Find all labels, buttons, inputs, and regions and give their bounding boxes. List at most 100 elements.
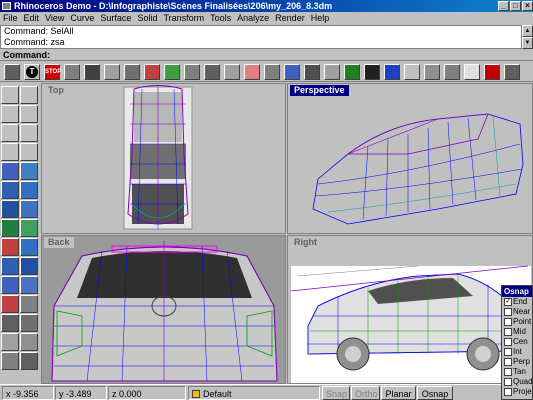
osnap-toggle[interactable]: Osnap bbox=[417, 386, 453, 400]
split-icon[interactable] bbox=[20, 238, 38, 256]
analyze-icon[interactable] bbox=[20, 295, 38, 313]
planar-toggle[interactable]: Planar bbox=[381, 386, 416, 400]
menu-view[interactable]: View bbox=[42, 12, 67, 25]
boolean-icon[interactable] bbox=[1, 276, 19, 294]
menu-tools[interactable]: Tools bbox=[207, 12, 234, 25]
menu-render[interactable]: Render bbox=[272, 12, 308, 25]
command-scrollbar[interactable]: ▲ ▼ bbox=[522, 25, 533, 49]
sphere-icon[interactable] bbox=[244, 64, 260, 80]
cylinder-icon[interactable] bbox=[1, 219, 19, 237]
chamfer-icon[interactable] bbox=[20, 257, 38, 275]
array-icon[interactable] bbox=[164, 64, 180, 80]
pan-icon[interactable] bbox=[20, 352, 38, 370]
ortho-toggle[interactable]: Ortho bbox=[351, 386, 380, 400]
mesh-icon[interactable] bbox=[424, 64, 440, 80]
osnap-tan[interactable]: Tan bbox=[502, 367, 532, 377]
mesh-tool-icon[interactable] bbox=[1, 333, 19, 351]
move-icon[interactable] bbox=[84, 64, 100, 80]
extrude-icon[interactable] bbox=[20, 162, 38, 180]
viewport-label-right[interactable]: Right bbox=[290, 237, 321, 248]
point-icon[interactable] bbox=[1, 86, 19, 104]
osnap-proje[interactable]: Proje bbox=[502, 387, 532, 397]
line-icon[interactable] bbox=[20, 86, 38, 104]
viewport-label-perspective[interactable]: Perspective bbox=[290, 85, 349, 96]
checkbox-icon bbox=[504, 348, 512, 356]
osnap-mid[interactable]: Mid bbox=[502, 327, 532, 337]
exit-icon[interactable] bbox=[484, 64, 500, 80]
osnap-near[interactable]: Near bbox=[502, 307, 532, 317]
menu-analyze[interactable]: Analyze bbox=[234, 12, 272, 25]
viewport-label-top[interactable]: Top bbox=[44, 85, 68, 96]
grid-tool-icon[interactable] bbox=[20, 333, 38, 351]
minimize-button[interactable]: _ bbox=[498, 1, 509, 11]
color-icon[interactable] bbox=[384, 64, 400, 80]
scale-icon[interactable] bbox=[124, 64, 140, 80]
text-title-icon[interactable] bbox=[464, 64, 480, 80]
loft-icon[interactable] bbox=[1, 181, 19, 199]
viewport-back[interactable]: Back bbox=[41, 235, 286, 384]
menu-edit[interactable]: Edit bbox=[21, 12, 43, 25]
explode-icon[interactable] bbox=[224, 64, 240, 80]
render-icon[interactable] bbox=[344, 64, 360, 80]
camera-icon[interactable] bbox=[64, 64, 80, 80]
rotate-icon[interactable] bbox=[104, 64, 120, 80]
properties-icon[interactable] bbox=[324, 64, 340, 80]
scroll-up-icon[interactable]: ▲ bbox=[522, 25, 533, 37]
command-prompt[interactable]: Command: bbox=[0, 49, 533, 61]
osnap-end[interactable]: ✓ End bbox=[502, 297, 532, 307]
polygon-icon[interactable] bbox=[1, 143, 19, 161]
osnap-cen[interactable]: Cen bbox=[502, 337, 532, 347]
mirror-icon[interactable] bbox=[144, 64, 160, 80]
title-bar: Rhinoceros Demo - D:\Infographiste\Scène… bbox=[0, 0, 533, 12]
polyline-icon[interactable] bbox=[1, 105, 19, 123]
osnap-point[interactable]: Point bbox=[502, 317, 532, 327]
close-button[interactable]: × bbox=[522, 1, 533, 11]
viewport-perspective[interactable]: Perspective bbox=[287, 83, 533, 234]
snap-toggle[interactable]: Snap bbox=[322, 386, 350, 400]
menu-curve[interactable]: Curve bbox=[67, 12, 97, 25]
solid-sphere-icon[interactable] bbox=[20, 200, 38, 218]
osnap-int[interactable]: Int bbox=[502, 347, 532, 357]
menu-surface[interactable]: Surface bbox=[97, 12, 134, 25]
text-icon[interactable]: T bbox=[24, 64, 40, 80]
join-icon[interactable] bbox=[204, 64, 220, 80]
stop-icon[interactable]: STOP bbox=[44, 64, 61, 80]
drop-icon[interactable] bbox=[284, 64, 300, 80]
fillet-icon[interactable] bbox=[1, 257, 19, 275]
menu-help[interactable]: Help bbox=[308, 12, 333, 25]
rotate-tool-icon[interactable] bbox=[20, 314, 38, 332]
viewport-right[interactable]: Right bbox=[287, 235, 533, 384]
scroll-down-icon[interactable]: ▼ bbox=[522, 37, 533, 49]
copy-icon[interactable] bbox=[184, 64, 200, 80]
surface-icon[interactable] bbox=[1, 162, 19, 180]
menu-file[interactable]: File bbox=[0, 12, 21, 25]
viewport-label-back[interactable]: Back bbox=[44, 237, 74, 248]
standard-icon[interactable] bbox=[4, 64, 20, 80]
trim-icon[interactable] bbox=[1, 238, 19, 256]
curve-icon[interactable] bbox=[20, 105, 38, 123]
cone-icon[interactable] bbox=[20, 219, 38, 237]
osnap-perp[interactable]: Perp bbox=[502, 357, 532, 367]
wire-icon[interactable] bbox=[404, 64, 420, 80]
osnap-panel-title[interactable]: Osnap bbox=[502, 286, 532, 297]
current-layer[interactable]: Default bbox=[188, 386, 320, 400]
light-icon[interactable] bbox=[364, 64, 380, 80]
viewport-top[interactable]: Top bbox=[41, 83, 286, 234]
move-tool-icon[interactable] bbox=[1, 314, 19, 332]
grid-icon[interactable] bbox=[444, 64, 460, 80]
layer-icon[interactable] bbox=[304, 64, 320, 80]
box-icon[interactable] bbox=[264, 64, 280, 80]
zoom-icon[interactable] bbox=[1, 352, 19, 370]
offset-icon[interactable] bbox=[20, 276, 38, 294]
menu-solid[interactable]: Solid bbox=[134, 12, 160, 25]
dimension-icon[interactable] bbox=[1, 295, 19, 313]
circle-icon[interactable] bbox=[1, 124, 19, 142]
rectangle-icon[interactable] bbox=[20, 143, 38, 161]
solid-box-icon[interactable] bbox=[1, 200, 19, 218]
sweep-icon[interactable] bbox=[20, 181, 38, 199]
menu-transform[interactable]: Transform bbox=[160, 12, 207, 25]
maximize-button[interactable]: □ bbox=[510, 1, 521, 11]
osnap-quad[interactable]: Quad bbox=[502, 377, 532, 387]
help-icon[interactable] bbox=[504, 64, 520, 80]
arc-icon[interactable] bbox=[20, 124, 38, 142]
